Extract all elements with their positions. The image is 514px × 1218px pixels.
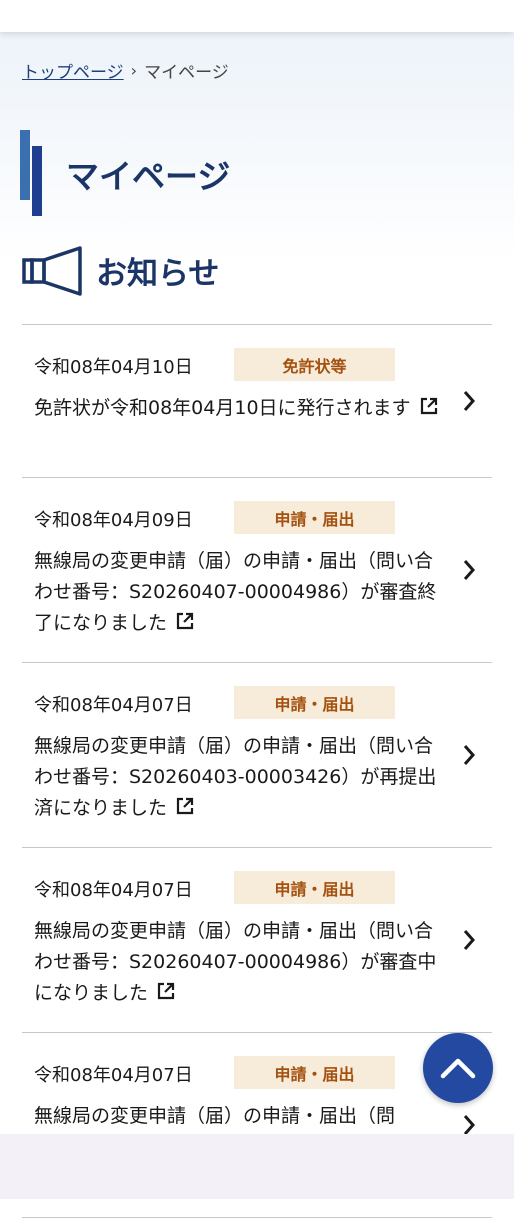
- title-accent-bar-light: [20, 130, 30, 200]
- external-link-icon: [157, 982, 175, 1000]
- notice-date: 令和08年04月09日: [34, 510, 193, 531]
- notice-text-label: 免許状が令和08年04月10日に発行されます: [34, 397, 411, 419]
- breadcrumb-home-link[interactable]: トップページ: [22, 58, 124, 83]
- notice-text[interactable]: 無線局の変更申請（届）の申請・届出（問: [34, 1101, 444, 1132]
- notice-text-label: 無線局の変更申請（届）の申請・届出（問: [34, 1105, 396, 1127]
- top-header-bar: [0, 0, 514, 32]
- breadcrumb: トップページ › マイページ: [22, 58, 229, 83]
- notice-category-badge: 免許状等: [234, 348, 395, 381]
- notice-text-label: 無線局の変更申請（届）の申請・届出（問い合わせ番号：S20260407-0000…: [34, 550, 437, 634]
- chevron-right-icon: [463, 745, 476, 765]
- external-link-icon: [176, 612, 194, 630]
- title-accent-bar-dark: [32, 146, 42, 216]
- notice-category-badge: 申請・届出: [234, 501, 395, 534]
- megaphone-icon: [22, 246, 82, 296]
- notice-category-badge: 申請・届出: [234, 871, 395, 904]
- notice-section-header: お知らせ: [22, 244, 482, 298]
- external-link-icon: [176, 797, 194, 815]
- page-title-block: マイページ: [20, 130, 480, 216]
- notice-item[interactable]: 令和08年04月10日 免許状等 免許状が令和08年04月10日に発行されます: [22, 325, 492, 478]
- notice-item[interactable]: 令和08年04月09日 申請・届出 無線局の変更申請（届）の申請・届出（問い合わ…: [22, 478, 492, 663]
- breadcrumb-separator: ›: [130, 61, 138, 80]
- notice-item[interactable]: 令和08年04月07日 申請・届出 無線局の変更申請（届）の申請・届出（問い合わ…: [22, 663, 492, 848]
- notice-text-label: 無線局の変更申請（届）の申請・届出（問い合わせ番号：S20260403-0000…: [34, 735, 437, 819]
- bottom-browser-bar: [0, 1134, 514, 1199]
- external-link-icon: [420, 397, 437, 415]
- notice-date: 令和08年04月07日: [34, 880, 193, 901]
- chevron-right-icon: [463, 560, 476, 580]
- notice-text-label: 無線局の変更申請（届）の申請・届出（問い合わせ番号：S20260407-0000…: [34, 920, 437, 1004]
- notice-category-badge: 申請・届出: [234, 1056, 395, 1089]
- notice-date: 令和08年04月07日: [34, 695, 193, 716]
- scroll-to-top-button[interactable]: [423, 1033, 493, 1103]
- chevron-up-icon: [440, 1058, 476, 1079]
- notice-category-badge: 申請・届出: [234, 686, 395, 719]
- notice-text[interactable]: 無線局の変更申請（届）の申請・届出（問い合わせ番号：S20260407-0000…: [34, 546, 444, 639]
- notice-section-title: お知らせ: [96, 256, 220, 292]
- breadcrumb-current: マイページ: [144, 63, 229, 83]
- notice-text[interactable]: 免許状が令和08年04月10日に発行されます: [34, 393, 444, 424]
- notice-text[interactable]: 無線局の変更申請（届）の申請・届出（問い合わせ番号：S20260403-0000…: [34, 731, 444, 824]
- notice-item[interactable]: 令和08年04月07日 申請・届出 無線局の変更申請（届）の申請・届出（問い合わ…: [22, 848, 492, 1033]
- notice-date: 令和08年04月07日: [34, 1065, 193, 1086]
- chevron-right-icon: [463, 930, 476, 950]
- page-title: マイページ: [66, 157, 231, 196]
- chevron-right-icon: [463, 391, 476, 411]
- notice-text[interactable]: 無線局の変更申請（届）の申請・届出（問い合わせ番号：S20260407-0000…: [34, 916, 444, 1009]
- notice-list: 令和08年04月10日 免許状等 免許状が令和08年04月10日に発行されます …: [22, 324, 492, 1218]
- notice-date: 令和08年04月10日: [34, 357, 193, 378]
